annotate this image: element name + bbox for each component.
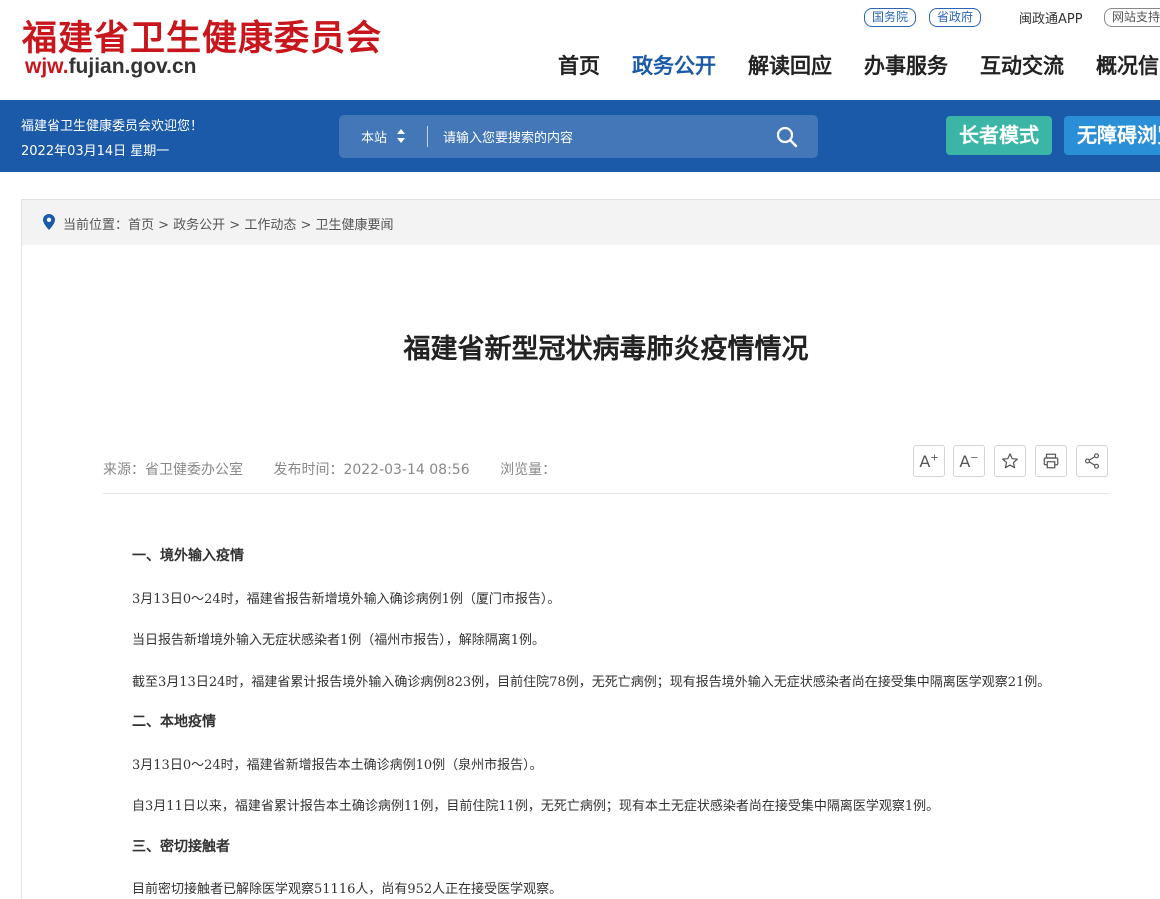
nav-home[interactable]: 首页 (558, 52, 600, 82)
link-site-support[interactable]: 网站支持 (1104, 8, 1160, 27)
article-paragraph: 目前密切接触者已解除医学观察51116人，尚有952人正在接受医学观察。 (132, 882, 563, 897)
nav-government-affairs[interactable]: 政务公开 (632, 52, 716, 82)
font-decrease-icon: A− (959, 451, 979, 471)
article-paragraph: 自3月11日以来，福建省累计报告本土确诊病例11例，目前住院11例，无死亡病例；… (132, 799, 940, 814)
current-date: 2022年03月14日 星期一 (21, 144, 170, 159)
main-nav: 首页 政务公开 解读回应 办事服务 互动交流 概况信 (558, 52, 1160, 82)
section-heading: 三、密切接触者 (132, 838, 230, 854)
site-logo-url[interactable]: wjw.fujian.gov.cn (25, 55, 197, 79)
star-icon (1002, 453, 1018, 469)
article-meta: 来源：省卫健委办公室 发布时间：2022-03-14 08:56 浏览量： (103, 459, 582, 479)
search-input[interactable] (443, 126, 763, 148)
meta-divider (103, 493, 1109, 494)
site-url-prefix: wjw. (25, 55, 69, 78)
elder-mode-button[interactable]: 长者模式 (946, 116, 1052, 155)
search-box: 本站 (339, 115, 818, 158)
site-header: 福建省卫生健康委员会 wjw.fujian.gov.cn 国务院 省政府 闽政通… (0, 0, 1160, 100)
font-increase-button[interactable]: A+ (913, 445, 945, 477)
top-toolbar: 福建省卫生健康委员会欢迎您！ 2022年03月14日 星期一 本站 长者模式 无… (0, 100, 1160, 172)
article-publish-time: 发布时间：2022-03-14 08:56 (273, 462, 470, 478)
accessible-mode-button[interactable]: 无障碍浏览 (1064, 116, 1160, 155)
article-paragraph: 3月13日0～24时，福建省报告新增境外输入确诊病例1例（厦门市报告）。 (132, 592, 561, 607)
article-views: 浏览量： (500, 462, 557, 478)
breadcrumb-text[interactable]: 当前位置：首页 > 政务公开 > 工作动态 > 卫生健康要闻 (63, 214, 393, 233)
section-heading: 一、境外输入疫情 (132, 547, 244, 563)
nav-overview[interactable]: 概况信 (1096, 52, 1159, 82)
print-button[interactable] (1035, 445, 1067, 477)
article-paragraph: 截至3月13日24时，福建省累计报告境外输入确诊病例823例，目前住院78例，无… (132, 675, 1051, 690)
font-increase-icon: A+ (919, 451, 939, 471)
printer-icon (1043, 453, 1059, 469)
article-paragraph: 3月13日0～24时，福建省新增报告本土确诊病例10例（泉州市报告）。 (132, 758, 543, 773)
favorite-button[interactable] (994, 445, 1026, 477)
article-source: 来源：省卫健委办公室 (103, 462, 243, 478)
share-button[interactable] (1076, 445, 1108, 477)
link-provincial-government[interactable]: 省政府 (929, 8, 982, 27)
font-decrease-button[interactable]: A− (953, 445, 985, 477)
search-scope-select[interactable]: 本站 (361, 127, 387, 146)
welcome-text: 福建省卫生健康委员会欢迎您！ (21, 119, 204, 134)
site-url-rest: fujian.gov.cn (68, 55, 197, 78)
nav-services[interactable]: 办事服务 (864, 52, 948, 82)
article-paragraph: 当日报告新增境外输入无症状感染者1例（福州市报告），解除隔离1例。 (132, 633, 546, 648)
nav-interpretation[interactable]: 解读回应 (748, 52, 832, 82)
nav-interaction[interactable]: 互动交流 (980, 52, 1064, 82)
location-pin-icon (43, 214, 55, 230)
link-mobile-app[interactable]: 闽政通APP (1019, 8, 1083, 27)
search-divider (427, 126, 428, 147)
section-heading: 二、本地疫情 (132, 713, 216, 729)
site-logo-name[interactable]: 福建省卫生健康委员会 (22, 10, 382, 61)
breadcrumb: 当前位置：首页 > 政务公开 > 工作动态 > 卫生健康要闻 (22, 200, 1160, 245)
article-title: 福建省新型冠状病毒肺炎疫情情况 (403, 334, 809, 365)
search-icon[interactable] (775, 125, 799, 149)
sort-arrows-icon[interactable] (396, 127, 406, 145)
link-state-council[interactable]: 国务院 (864, 8, 917, 27)
article-container: 当前位置：首页 > 政务公开 > 工作动态 > 卫生健康要闻 福建省新型冠状病毒… (21, 199, 1160, 899)
share-icon (1084, 453, 1100, 469)
